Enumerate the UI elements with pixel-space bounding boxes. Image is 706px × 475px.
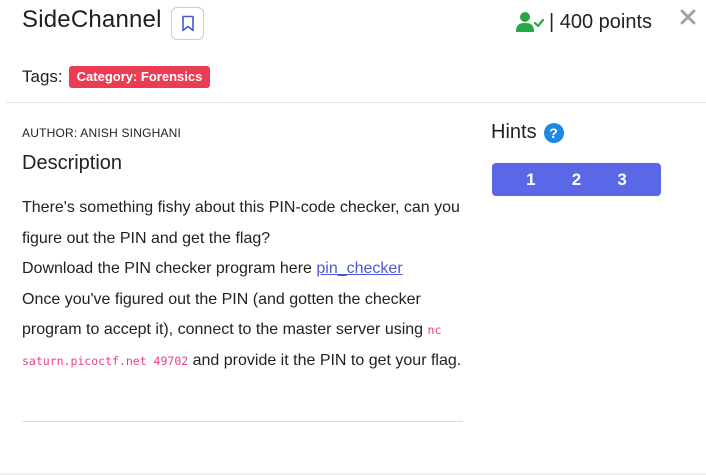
bookmark-icon — [181, 15, 194, 32]
points-label: | 400 points — [549, 10, 653, 33]
help-symbol: ? — [549, 124, 558, 141]
category-tag[interactable]: Category: Forensics — [68, 66, 211, 88]
hints-button-group: 1 2 3 — [492, 163, 661, 196]
connect-suffix: and provide it the PIN to get your flag. — [188, 351, 462, 369]
download-text: Download the PIN checker program here — [22, 260, 317, 277]
description-divider — [22, 421, 463, 422]
header-divider — [6, 102, 706, 103]
close-button[interactable] — [677, 6, 699, 28]
points-display: | 400 points — [516, 9, 652, 35]
challenge-header: SideChannel | 400 points Tags: Category:… — [0, 0, 706, 100]
hints-header: Hints ? — [491, 121, 564, 144]
hints-label: Hints — [491, 121, 537, 143]
hint-2-button[interactable]: 2 — [564, 170, 588, 190]
author-line: AUTHOR: ANISH SINGHANI — [22, 126, 182, 140]
challenge-title: SideChannel — [22, 6, 162, 33]
tags-row: Tags: Category: Forensics — [22, 66, 211, 88]
user-check-icon — [516, 10, 545, 34]
tags-label: Tags: — [22, 67, 63, 86]
connect-text: Once you've figured out the PIN (and got… — [22, 290, 428, 339]
description-paragraph-1: There's something fishy about this PIN-c… — [22, 199, 460, 247]
description-heading: Description — [22, 152, 123, 174]
pin-checker-link[interactable]: pin_checker — [316, 260, 402, 277]
question-circle-icon[interactable]: ? — [543, 122, 564, 143]
close-icon — [680, 9, 696, 25]
bookmark-button[interactable] — [171, 7, 204, 40]
description-body: There's something fishy about this PIN-c… — [22, 193, 462, 376]
hint-1-button[interactable]: 1 — [519, 170, 543, 190]
hint-3-button[interactable]: 3 — [610, 170, 634, 190]
